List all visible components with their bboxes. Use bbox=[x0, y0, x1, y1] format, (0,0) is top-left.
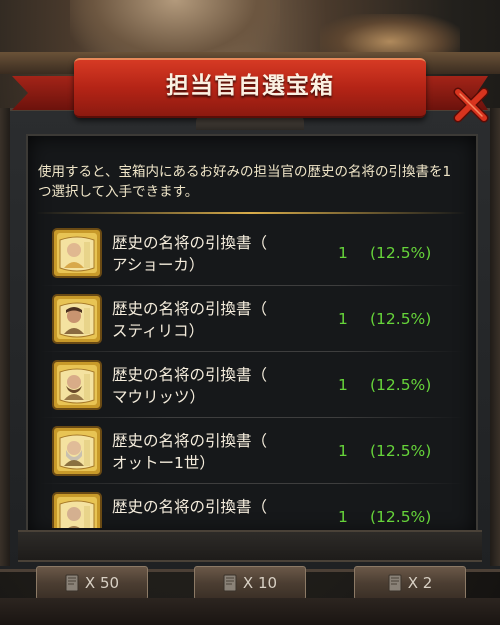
item-probability: (12.5%) bbox=[370, 508, 432, 526]
item-probability: (12.5%) bbox=[370, 310, 432, 328]
row-divider bbox=[40, 417, 464, 418]
dialog-title: 担当官自選宝箱 bbox=[166, 73, 334, 99]
ticket-icon bbox=[65, 574, 79, 592]
item-name-line1: 歴史の名将の引換書（ bbox=[112, 234, 268, 252]
frame-edge-left bbox=[0, 108, 10, 566]
dialog-description: 使用すると、宝箱内にあるお好みの担当官の歴史の名将の引換書を1つ選択して入手でき… bbox=[38, 164, 452, 200]
item-name-line1: 歴史の名将の引換書（ bbox=[112, 432, 268, 450]
item-name-line2: オットー1世） bbox=[112, 454, 215, 472]
reward-list[interactable]: 歴史の名将の引換書（ アショーカ） 1 (12.5%) 歴史の名将の引換書（ ス… bbox=[40, 222, 464, 528]
voucher-portrait-icon bbox=[52, 228, 102, 278]
title-ribbon: 担当官自選宝箱 bbox=[0, 56, 500, 136]
item-quantity: 1 bbox=[338, 376, 348, 394]
row-divider bbox=[40, 351, 464, 352]
list-item: 歴史の名将の引換書（ 1 (12.5%) bbox=[40, 486, 464, 528]
panel-footer bbox=[18, 530, 482, 562]
open-10-button[interactable]: X 10 bbox=[194, 566, 306, 600]
list-item: 歴史の名将の引換書（ スティリコ） 1 (12.5%) bbox=[40, 288, 464, 352]
item-probability: (12.5%) bbox=[370, 442, 432, 460]
item-quantity: 1 bbox=[338, 244, 348, 262]
open-10-label: X 10 bbox=[242, 574, 278, 592]
open-2-button[interactable]: X 2 bbox=[354, 566, 466, 600]
frame-edge-right bbox=[490, 108, 500, 566]
bottom-floor bbox=[0, 598, 500, 625]
voucher-portrait-icon bbox=[52, 294, 102, 344]
item-name-line1: 歴史の名将の引換書（ bbox=[112, 498, 268, 516]
item-name-line1: 歴史の名将の引換書（ bbox=[112, 300, 268, 318]
item-probability: (12.5%) bbox=[370, 244, 432, 262]
item-name-line1: 歴史の名将の引換書（ bbox=[112, 366, 268, 384]
item-name-line2: スティリコ） bbox=[112, 322, 205, 340]
item-name-line2: マウリッツ） bbox=[112, 388, 206, 406]
item-quantity: 1 bbox=[338, 310, 348, 328]
row-divider bbox=[40, 483, 464, 484]
item-quantity: 1 bbox=[338, 508, 348, 526]
list-item: 歴史の名将の引換書（ オットー1世） 1 (12.5%) bbox=[40, 420, 464, 484]
ticket-icon bbox=[223, 574, 237, 592]
item-name: 歴史の名将の引換書（ オットー1世） bbox=[112, 430, 312, 474]
voucher-portrait-icon bbox=[52, 426, 102, 476]
voucher-portrait-icon bbox=[52, 360, 102, 410]
open-2-label: X 2 bbox=[407, 574, 433, 592]
ribbon-tail-left bbox=[12, 76, 82, 110]
close-x-icon[interactable] bbox=[452, 86, 490, 124]
list-item: 歴史の名将の引換書（ アショーカ） 1 (12.5%) bbox=[40, 222, 464, 286]
item-probability: (12.5%) bbox=[370, 376, 432, 394]
row-divider bbox=[40, 285, 464, 286]
item-name: 歴史の名将の引換書（ アショーカ） bbox=[112, 232, 312, 276]
open-50-button[interactable]: X 50 bbox=[36, 566, 148, 600]
item-name: 歴史の名将の引換書（ bbox=[112, 496, 312, 518]
item-quantity: 1 bbox=[338, 442, 348, 460]
item-name: 歴史の名将の引換書（ スティリコ） bbox=[112, 298, 312, 342]
voucher-portrait-icon bbox=[52, 492, 102, 528]
item-name: 歴史の名将の引換書（ マウリッツ） bbox=[112, 364, 312, 408]
open-50-label: X 50 bbox=[84, 574, 120, 592]
item-name-line2: アショーカ） bbox=[112, 256, 205, 274]
ticket-icon bbox=[388, 574, 402, 592]
list-item: 歴史の名将の引換書（ マウリッツ） 1 (12.5%) bbox=[40, 354, 464, 418]
gold-divider bbox=[36, 212, 466, 214]
